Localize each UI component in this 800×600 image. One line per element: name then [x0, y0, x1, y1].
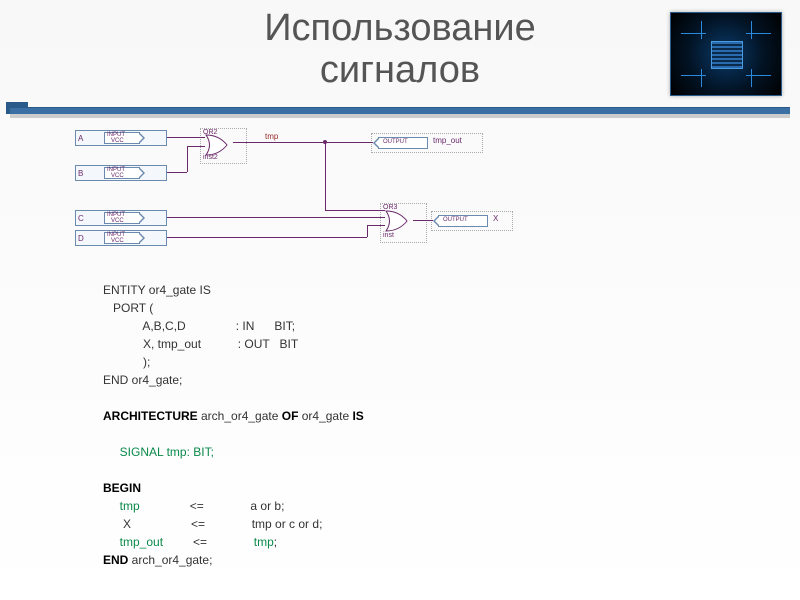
or-gate-icon [385, 210, 413, 232]
code-blank [103, 389, 715, 407]
code-line: tmp <= a or b; [103, 497, 715, 515]
code-line: X, tmp_out : OUT BIT [103, 335, 715, 353]
node [323, 140, 327, 144]
code-line: ); [103, 353, 715, 371]
gate-or2-inst: inst2 [203, 154, 218, 161]
wire [187, 146, 188, 172]
output-box [371, 133, 483, 153]
input-pin-d: D INPUT VCC [75, 230, 167, 246]
code-line: BEGIN [103, 479, 715, 497]
input-pin-c: C INPUT VCC [75, 210, 167, 226]
pin-sub: VCC [111, 238, 124, 244]
pin-label-c: C [78, 214, 84, 223]
code-blank [103, 461, 715, 479]
code-line: A,B,C,D : IN BIT; [103, 317, 715, 335]
code-line: SIGNAL tmp: BIT; [103, 443, 715, 461]
wire-tmp [233, 142, 373, 143]
code-line: END arch_or4_gate; [103, 551, 715, 569]
pin-label-b: B [78, 169, 83, 178]
slide: Использование сигналов A INPUT VCC [0, 0, 800, 600]
wire [167, 172, 187, 173]
pin-sub: VCC [111, 138, 124, 144]
title-line1: Использование [264, 7, 536, 49]
wire [367, 225, 368, 237]
schematic-diagram: A INPUT VCC B INPUT VCC C INPUT VCC [75, 130, 715, 275]
title-divider [10, 108, 790, 114]
decorative-chip-image [670, 12, 782, 96]
wire [167, 217, 385, 218]
title-line2: сигналов [320, 49, 480, 91]
gate-or3-inst: inst [383, 232, 394, 239]
vhdl-code: ENTITY or4_gate IS PORT ( A,B,C,D : IN B… [103, 281, 715, 569]
code-line: END or4_gate; [103, 371, 715, 389]
code-line: PORT ( [103, 299, 715, 317]
code-line: tmp_out <= tmp; [103, 533, 715, 551]
or-gate-icon [205, 134, 233, 156]
input-pin-b: B INPUT VCC [75, 165, 167, 181]
net-label-tmp: tmp [265, 132, 278, 141]
wire [187, 146, 205, 147]
code-line: X <= tmp or c or d; [103, 515, 715, 533]
pin-sub: VCC [111, 173, 124, 179]
input-pin-a: A INPUT VCC [75, 130, 167, 146]
code-blank [103, 425, 715, 443]
output-box [431, 211, 513, 231]
pin-sub: VCC [111, 218, 124, 224]
pin-label-d: D [78, 234, 84, 243]
wire [413, 220, 433, 221]
code-line: ARCHITECTURE arch_or4_gate OF or4_gate I… [103, 407, 715, 425]
pin-label-a: A [78, 134, 83, 143]
wire [325, 142, 326, 210]
wire [325, 210, 385, 211]
code-line: ENTITY or4_gate IS [103, 281, 715, 299]
wire [167, 237, 367, 238]
wire [367, 225, 385, 226]
wire [167, 137, 205, 138]
